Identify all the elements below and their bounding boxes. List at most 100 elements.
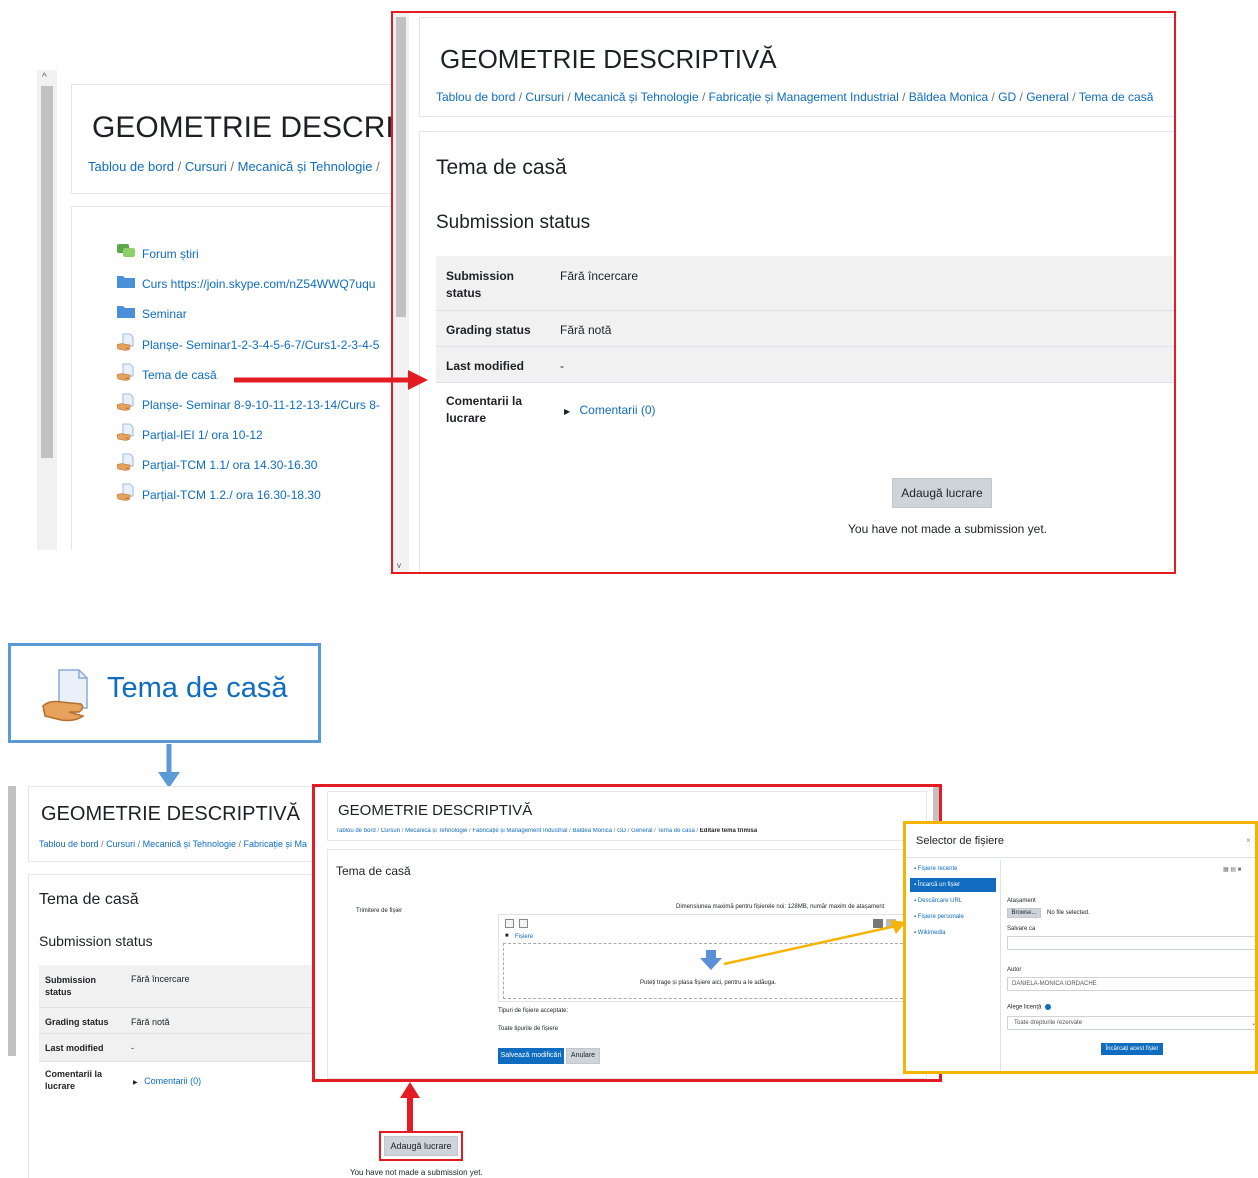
breadcrumb-item[interactable]: Tema de casă bbox=[1079, 90, 1154, 104]
file-picker-title: Selector de fișiere bbox=[916, 835, 1005, 847]
create-folder-icon[interactable] bbox=[519, 919, 528, 928]
repository-label: Fișiere recente bbox=[917, 866, 958, 872]
breadcrumb-item[interactable]: General bbox=[631, 828, 652, 834]
top-scrollbar[interactable]: v bbox=[393, 13, 409, 572]
comments-toggle[interactable]: ▶ Comentarii (0) bbox=[564, 403, 656, 417]
activity-item[interactable]: Curs https://join.skype.com/nZ54WWQ7uqu bbox=[116, 273, 375, 294]
breadcrumb-item[interactable]: GD bbox=[617, 828, 626, 834]
breadcrumb-item[interactable]: Tablou de bord bbox=[336, 828, 376, 834]
files-folder-link[interactable]: Fișiere bbox=[515, 934, 533, 940]
license-label-row: Alege licență bbox=[1007, 1004, 1052, 1011]
cancel-button[interactable]: Anulare bbox=[566, 1048, 600, 1064]
breadcrumb-item[interactable]: Cursuri bbox=[525, 90, 564, 104]
forum-icon bbox=[116, 243, 136, 264]
activity-label[interactable]: Tema de casă bbox=[142, 368, 217, 382]
activity-label[interactable]: Curs https://join.skype.com/nZ54WWQ7uqu bbox=[142, 277, 375, 291]
repository-item[interactable]: ▪ Fișiere recente bbox=[910, 862, 996, 876]
comments-link[interactable]: Comentarii (0) bbox=[144, 1076, 201, 1086]
activity-item[interactable]: Parțial-TCM 1.2./ ora 16.30-18.30 bbox=[116, 483, 321, 506]
zoomed-assignment-link[interactable]: Tema de casă bbox=[8, 643, 321, 743]
repository-item[interactable]: ▪ Descărcare URL bbox=[910, 894, 996, 908]
breadcrumb-item[interactable]: Tablou de bord bbox=[88, 159, 174, 174]
comments-toggle[interactable]: ▶ Comentarii (0) bbox=[133, 1076, 201, 1086]
breadcrumb-item[interactable]: Mecanică și Tehnologie bbox=[405, 828, 467, 834]
view-icons-icon[interactable]: ▦ ▤ ■ bbox=[1223, 866, 1241, 873]
activity-item[interactable]: Forum știri bbox=[116, 243, 199, 264]
repository-item[interactable]: ▪ Încarcă un fișier bbox=[910, 878, 996, 892]
breadcrumb-item[interactable]: Cursuri bbox=[381, 828, 400, 834]
activity-item[interactable]: Tema de casă bbox=[116, 363, 217, 386]
top-header-card: GEOMETRIE DESCRIPTIVĂ Tablou de bord / C… bbox=[419, 17, 1174, 117]
assignment-view-top-panel: v GEOMETRIE DESCRIPTIVĂ Tablou de bord /… bbox=[391, 11, 1176, 574]
breadcrumb-item[interactable]: Tablou de bord bbox=[436, 90, 515, 104]
breadcrumb-item[interactable]: Fabricație și Management Industrial bbox=[472, 828, 567, 834]
assignment-icon bbox=[116, 363, 136, 386]
activity-label[interactable]: Seminar bbox=[142, 307, 187, 321]
breadcrumb-item[interactable]: Cursuri bbox=[106, 839, 135, 849]
breadcrumb-item[interactable]: Mecanică și Tehnologie bbox=[238, 159, 373, 174]
scroll-up-arrow-icon[interactable]: ^ bbox=[42, 72, 47, 83]
activity-label[interactable]: Forum știri bbox=[142, 247, 199, 261]
upload-file-button[interactable]: Încărcați acest fișier bbox=[1101, 1043, 1163, 1055]
activity-label[interactable]: Planșe- Seminar1-2-3-4-5-6-7/Curs1-2-3-4… bbox=[142, 338, 379, 352]
table-row: Submission status Fără încercare bbox=[39, 965, 318, 1007]
repository-item[interactable]: ▪ Wikimedia bbox=[910, 926, 996, 940]
breadcrumb-item[interactable]: Tablou de bord bbox=[39, 839, 99, 849]
breadcrumb-item[interactable]: Mecanică și Tehnologie bbox=[574, 90, 699, 104]
close-icon[interactable]: × bbox=[1246, 836, 1251, 845]
activity-label[interactable]: Planșe- Seminar 8-9-10-11-12-13-14/Curs … bbox=[142, 398, 380, 412]
activity-label[interactable]: Parțial-IEI 1/ ora 10-12 bbox=[142, 428, 263, 442]
blue-arrow-down bbox=[158, 744, 180, 788]
scroll-down-arrow-icon[interactable]: v bbox=[397, 561, 401, 570]
status-table: Submission status Fără încercare Grading… bbox=[436, 256, 1174, 426]
accepted-types-value: Toate tipurile de fișiere bbox=[498, 1026, 559, 1032]
browse-button[interactable]: Browse... bbox=[1007, 908, 1041, 918]
breadcrumb-item[interactable]: Băldea Monica bbox=[909, 90, 988, 104]
activity-label[interactable]: Parțial-TCM 1.1/ ora 14.30-16.30 bbox=[142, 458, 317, 472]
row-value: Fără încercare bbox=[560, 269, 639, 283]
activity-item[interactable]: Seminar bbox=[116, 303, 187, 324]
breadcrumb-item[interactable]: Fabricație și Management Industrial bbox=[709, 90, 899, 104]
breadcrumb-item[interactable]: GD bbox=[998, 90, 1016, 104]
file-picker-dialog: Selector de fișiere × ▪ Fișiere recente ▪… bbox=[903, 821, 1258, 1074]
breadcrumb-item[interactable]: Băldea Monica bbox=[572, 828, 612, 834]
breadcrumb-item[interactable]: Cursuri bbox=[185, 159, 227, 174]
scroll-thumb[interactable] bbox=[41, 86, 53, 458]
row-label: Last modified bbox=[446, 359, 525, 373]
breadcrumb-item[interactable]: General bbox=[1026, 90, 1069, 104]
breadcrumb-separator: / bbox=[174, 159, 185, 174]
repository-item[interactable]: ▪ Fișiere personale bbox=[910, 910, 996, 924]
bottom-left-scrollbar[interactable] bbox=[8, 786, 16, 1056]
repository-label: Wikimedia bbox=[917, 930, 946, 936]
author-input[interactable]: DANIELA-MONICA IORDACHE bbox=[1007, 977, 1255, 991]
row-label: Comentarii la lucrare bbox=[45, 1069, 103, 1091]
comments-link[interactable]: Comentarii (0) bbox=[580, 403, 656, 417]
license-value: Toate drepturile rezervate bbox=[1014, 1020, 1083, 1026]
left-scrollbar[interactable]: ^ bbox=[37, 70, 57, 550]
breadcrumb-item[interactable]: Tema de casă bbox=[657, 828, 694, 834]
activity-item[interactable]: Parțial-TCM 1.1/ ora 14.30-16.30 bbox=[116, 453, 317, 476]
bottom-content-card: Tema de casă Submission status Submissio… bbox=[28, 874, 318, 1178]
add-submission-button[interactable]: Adaugă lucrare bbox=[384, 1136, 458, 1156]
breadcrumb-item[interactable]: Editare temă trimisă bbox=[700, 828, 757, 834]
save-changes-button[interactable]: Salvează modificări bbox=[498, 1048, 564, 1064]
breadcrumb-item[interactable]: Mecanică și Tehnologie bbox=[143, 839, 236, 849]
license-select[interactable]: Toate drepturile rezervate ⌄ bbox=[1007, 1016, 1255, 1030]
add-submission-button[interactable]: Adaugă lucrare bbox=[892, 478, 992, 508]
add-file-icon[interactable] bbox=[505, 919, 514, 928]
save-as-input[interactable] bbox=[1007, 936, 1255, 950]
activity-item[interactable]: Planșe- Seminar1-2-3-4-5-6-7/Curs1-2-3-4… bbox=[116, 333, 379, 356]
help-icon[interactable] bbox=[1045, 1004, 1052, 1010]
no-file-text: No file selected. bbox=[1047, 910, 1090, 916]
breadcrumb-item[interactable]: Fabricație și Ma bbox=[244, 839, 308, 849]
row-value: Fără notă bbox=[560, 323, 612, 337]
table-row: Grading status Fără notă bbox=[436, 310, 1174, 346]
red-arrow-up bbox=[400, 1082, 420, 1132]
activity-item[interactable]: Planșe- Seminar 8-9-10-11-12-13-14/Curs … bbox=[116, 393, 380, 416]
zoomed-link-label[interactable]: Tema de casă bbox=[107, 672, 288, 705]
breadcrumb: Tablou de bord / Cursuri / Mecanică și T… bbox=[39, 839, 307, 849]
activity-item[interactable]: Parțial-IEI 1/ ora 10-12 bbox=[116, 423, 263, 446]
activity-label[interactable]: Parțial-TCM 1.2./ ora 16.30-18.30 bbox=[142, 488, 321, 502]
scroll-thumb[interactable] bbox=[396, 17, 406, 317]
author-label: Autor bbox=[1007, 967, 1022, 973]
